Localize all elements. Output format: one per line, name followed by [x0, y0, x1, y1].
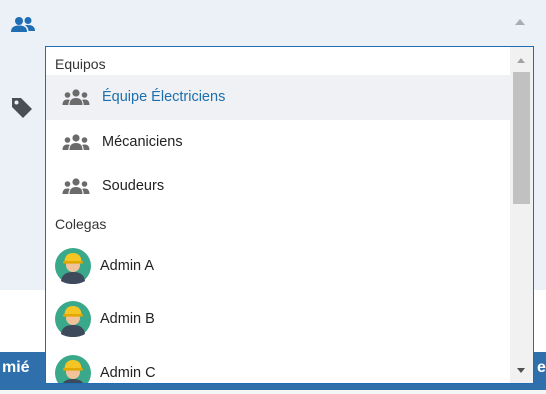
option-user-admin-b[interactable]: Admin B — [46, 292, 510, 346]
group-icon — [62, 134, 90, 150]
option-label: Équipe Électriciens — [102, 89, 226, 106]
option-label: Admin C — [100, 364, 156, 381]
group-icon — [62, 89, 90, 106]
option-label: Soudeurs — [102, 178, 165, 195]
option-team-mechanics[interactable]: Mécaniciens — [46, 120, 510, 165]
table-header-cell-right: e — [537, 359, 546, 376]
option-team-welders[interactable]: Soudeurs — [46, 164, 510, 209]
scrollbar-thumb[interactable] — [513, 72, 530, 204]
group-header-colleagues: Colegas — [55, 215, 107, 232]
caret-up-icon[interactable] — [515, 19, 525, 25]
option-label: Mécaniciens — [102, 133, 183, 150]
dropdown-options-list[interactable]: Equipos Équipe Électriciens Mécaniciens … — [46, 47, 510, 383]
worker-avatar-icon — [55, 354, 91, 383]
group-icon — [62, 178, 90, 195]
option-label: Admin A — [100, 257, 154, 274]
option-label: Admin B — [100, 311, 155, 328]
option-team-electricians[interactable]: Équipe Électriciens — [46, 75, 510, 120]
assignee-dropdown[interactable]: Equipos Équipe Électriciens Mécaniciens … — [45, 46, 534, 384]
assignee-select-field[interactable] — [0, 0, 546, 46]
group-header-teams: Equipos — [55, 56, 106, 72]
scroll-up-arrow-icon[interactable] — [517, 58, 525, 63]
option-user-admin-a[interactable]: Admin A — [46, 239, 510, 293]
people-icon — [11, 17, 35, 32]
table-row — [0, 390, 546, 394]
table-header-cell-left: mié — [2, 359, 30, 376]
scroll-down-arrow-icon[interactable] — [517, 368, 525, 373]
worker-avatar-icon — [55, 301, 91, 338]
option-user-admin-c[interactable]: Admin C — [46, 346, 510, 383]
worker-avatar-icon — [55, 247, 91, 284]
tag-icon — [12, 98, 32, 118]
dropdown-scrollbar[interactable] — [510, 47, 533, 383]
